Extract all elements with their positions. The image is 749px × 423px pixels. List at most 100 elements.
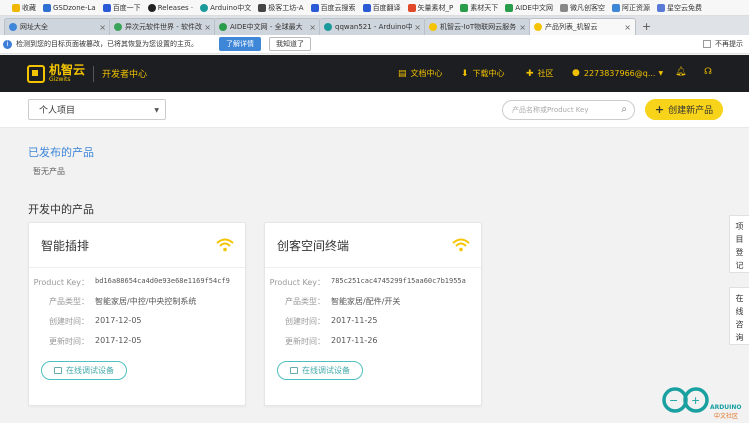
no-more-toggle[interactable]: 不再提示 (703, 39, 743, 49)
bookmarks-bar: 收藏 GSDzone-La 百度一下 Releases · Arduino中文 … (0, 0, 749, 16)
notification-bell[interactable]: 🔔︎ (675, 67, 690, 77)
arduino-watermark: − + ARDUINO 中文社区 (662, 387, 741, 420)
close-icon[interactable]: × (204, 23, 211, 32)
bookmark-favorites[interactable]: 收藏 (12, 3, 36, 13)
info-icon: i (3, 39, 12, 49)
gizwits-logo[interactable]: 机智云 Gizwits (27, 64, 85, 83)
create-product-button[interactable]: + 创建新产品 (645, 99, 723, 120)
star-icon (12, 3, 20, 12)
project-register-tab[interactable]: 项 目 登 记 (729, 215, 749, 273)
community-icon: ✚ (526, 68, 534, 79)
github-icon (147, 3, 156, 12)
nav-download[interactable]: ⬇ 下载中心 (461, 68, 505, 79)
support-headset[interactable]: ☊ (704, 67, 716, 77)
browser-tab[interactable]: 机智云-IoT物联网云服务 × (424, 18, 531, 35)
created-value: 2017-12-05 (95, 316, 142, 325)
product-title[interactable]: 创客空间终端 (277, 237, 349, 254)
wifi-icon (216, 238, 234, 252)
product-key-value: 785c251cac4745299f15aa60c7b1955a (331, 277, 466, 285)
plus-icon: + (654, 103, 665, 116)
bookmark-icon (258, 3, 267, 12)
bookmark-icon (362, 3, 371, 12)
online-consult-tab[interactable]: 在 线 咨 询 (729, 287, 749, 345)
bookmark-icon (656, 3, 665, 12)
bookmark[interactable]: 微凡创客空 (559, 3, 605, 13)
bell-icon: 🔔︎ (675, 67, 687, 77)
card-divider (29, 267, 245, 268)
search-input[interactable]: 产品名称或Product Key ⌕ (502, 100, 635, 120)
bookmark[interactable]: 素材天下 (460, 3, 498, 13)
bookmark[interactable]: Releases · (147, 3, 193, 12)
nav-docs[interactable]: ▤ 文档中心 (398, 68, 443, 79)
site-icon (114, 23, 122, 31)
card-divider (265, 267, 481, 268)
product-type-row: 产品类型： 智能家居/中控/中央控制系统 (49, 297, 197, 306)
bookmark-icon (310, 3, 319, 12)
checkbox[interactable] (703, 40, 711, 48)
user-icon: ● (572, 68, 580, 78)
browser-tab[interactable]: qqwan521 - Arduino中 × (319, 18, 426, 35)
product-type-row: 产品类型： 智能家居/配件/开关 (285, 297, 401, 306)
published-products-title: 已发布的产品 (28, 146, 94, 159)
wifi-icon (452, 238, 470, 252)
user-menu[interactable]: ● 2273837966@q... ▼ (572, 68, 663, 78)
toolbar: 个人项目 ▼ 产品名称或Product Key ⌕ + 创建新产品 (0, 92, 749, 128)
updated-value: 2017-11-26 (331, 336, 378, 345)
updated-row: 更新时间： 2017-11-26 (285, 336, 378, 346)
bookmark-icon (559, 3, 568, 12)
nav-community[interactable]: ✚ 社区 (526, 68, 554, 79)
arduino-icon (200, 3, 209, 12)
bookmark[interactable]: AIDE中文网 (505, 3, 553, 13)
info-bar: i 检测到您的目标页面被篡改，已将其恢复为您设置的主页。 了解详情 我知道了 不… (0, 35, 749, 54)
close-icon[interactable]: × (624, 23, 631, 32)
learn-more-button[interactable]: 了解详情 (219, 37, 261, 51)
close-icon[interactable]: × (309, 23, 316, 32)
online-debug-button[interactable]: 在线调试设备 (41, 361, 127, 380)
close-icon[interactable]: × (519, 23, 526, 32)
bookmark[interactable]: GSDzone-La (43, 3, 96, 12)
gizwits-icon (534, 23, 542, 31)
bookmark[interactable]: Arduino中文 (200, 3, 251, 13)
new-tab-button[interactable]: + (642, 20, 651, 33)
product-key-row: Product Key： 785c251cac4745299f15aa60c7b… (269, 277, 466, 287)
bookmark-icon (505, 3, 514, 12)
browser-tab[interactable]: 网址大全 × (4, 18, 111, 35)
bookmark-icon (611, 3, 620, 12)
online-debug-button[interactable]: 在线调试设备 (277, 361, 363, 380)
bookmark[interactable]: 百度云搜索 (310, 3, 356, 13)
bookmark[interactable]: 百度一下 (102, 3, 141, 13)
browser-tab[interactable]: AIDE中文网 - 全球最大 × (214, 18, 321, 35)
got-it-button[interactable]: 我知道了 (269, 37, 311, 51)
search-icon[interactable]: ⌕ (621, 104, 627, 115)
close-icon[interactable]: × (414, 23, 421, 32)
globe-icon (9, 23, 17, 31)
headset-icon: ☊ (704, 67, 712, 77)
close-icon[interactable]: × (99, 23, 106, 32)
product-key-row: Product Key： bd16a88654ca4d0e93e68e1169f… (33, 277, 230, 287)
developing-products-title: 开发中的产品 (28, 203, 94, 216)
project-select[interactable]: 个人项目 ▼ (28, 99, 166, 120)
product-title[interactable]: 智能插排 (41, 237, 89, 254)
product-type-value: 智能家居/配件/开关 (331, 297, 401, 306)
chevron-down-icon: ▼ (154, 107, 159, 114)
document-icon: ▤ (398, 68, 407, 79)
info-text: 检测到您的目标页面被篡改，已将其恢复为您设置的主页。 (16, 40, 198, 48)
browser-tab-active[interactable]: 产品列表_机智云 × (529, 18, 636, 35)
bookmark[interactable]: 星空云免费 (656, 3, 702, 13)
logo-mark-icon (27, 64, 45, 83)
product-card[interactable]: 智能插排 Product Key： bd16a88654ca4d0e93e68e… (28, 222, 246, 406)
created-value: 2017-11-25 (331, 316, 378, 325)
bookmark[interactable]: 阿正资源 (611, 3, 650, 13)
bookmark[interactable]: 矢量素材_P (407, 3, 453, 13)
bookmark[interactable]: 百度翻译 (362, 3, 401, 13)
bookmark-icon (43, 3, 51, 12)
site-header: 机智云 Gizwits 开发者中心 ▤ 文档中心 ⬇ 下载中心 ✚ 社区 ● 22738… (0, 55, 749, 92)
arduino-icon (324, 23, 332, 31)
product-type-value: 智能家居/中控/中央控制系统 (95, 297, 197, 306)
watermark-brand: ARDUINO (710, 404, 741, 411)
browser-tab[interactable]: 异次元软件世界 - 软件改 × (109, 18, 216, 35)
product-card[interactable]: 创客空间终端 Product Key： 785c251cac4745299f15… (264, 222, 482, 406)
watermark-sub: 中文社区 (714, 412, 738, 420)
updated-row: 更新时间： 2017-12-05 (49, 336, 142, 346)
bookmark[interactable]: 极客工坊-A (258, 3, 304, 13)
